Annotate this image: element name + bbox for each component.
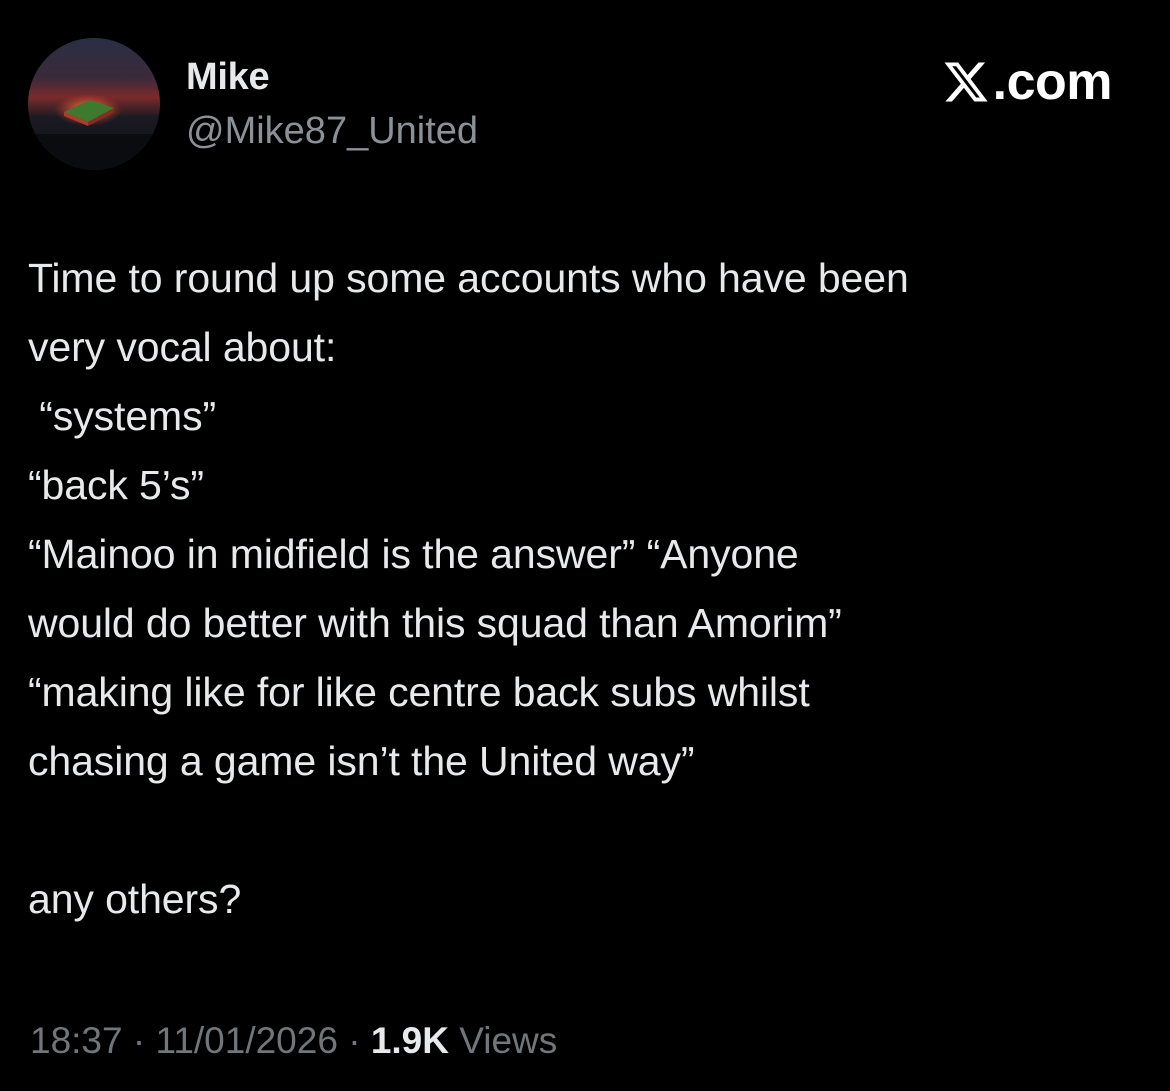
stadium-avatar-icon: [28, 38, 160, 170]
tweet-line: would do better with this squad than Amo…: [28, 600, 842, 646]
tweet-line: any others?: [28, 876, 242, 922]
tweet-line: “making like for like centre back subs w…: [28, 669, 810, 715]
x-logo-icon: [944, 62, 988, 102]
meta-separator: ·: [348, 1020, 361, 1061]
tweet-line: chasing a game isn’t the United way”: [28, 738, 695, 784]
tweet-date[interactable]: 11/01/2026: [155, 1020, 337, 1061]
tweet-header: Mike @Mike87_United .com: [28, 38, 1142, 178]
author-name[interactable]: Mike: [186, 56, 270, 99]
brand-watermark: .com: [941, 52, 1113, 112]
views-label: Views: [459, 1020, 558, 1061]
tweet-line: very vocal about:: [28, 324, 337, 370]
paragraph-break: [28, 796, 1148, 865]
tweet-time[interactable]: 18:37: [30, 1020, 123, 1061]
avatar[interactable]: [28, 38, 160, 170]
view-count: 1.9K: [370, 1020, 449, 1061]
brand-domain-label: .com: [992, 53, 1113, 111]
tweet-meta: 18:37 · 11/01/2026 · 1.9K Views: [30, 1020, 557, 1062]
tweet-text: Time to round up some accounts who have …: [28, 244, 1148, 934]
tweet-line: Time to round up some accounts who have …: [28, 255, 909, 301]
tweet-line: “systems”: [28, 393, 217, 439]
author-handle[interactable]: @Mike87_United: [186, 110, 478, 153]
tweet-line: “back 5’s”: [28, 462, 204, 508]
tweet-line: “Mainoo in midfield is the answer” “Anyo…: [28, 531, 799, 577]
meta-separator: ·: [132, 1020, 146, 1061]
